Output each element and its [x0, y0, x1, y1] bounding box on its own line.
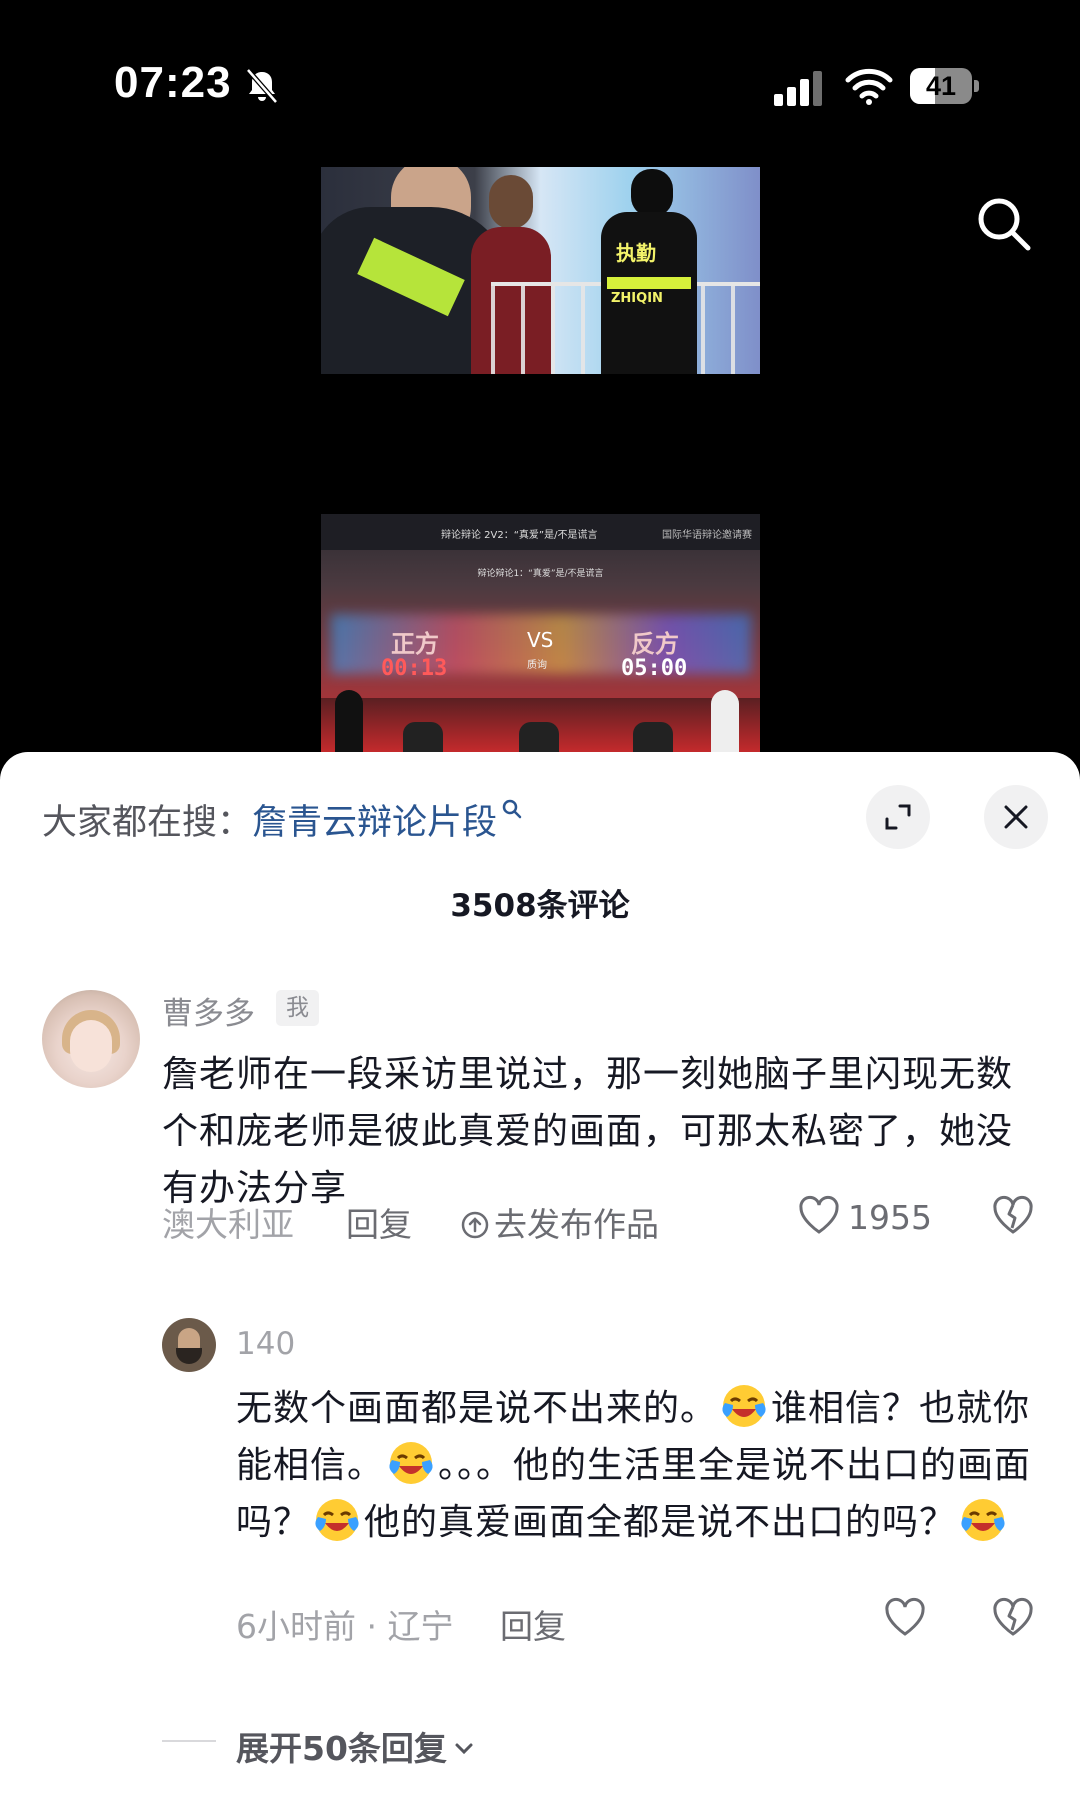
close-icon: [1004, 805, 1028, 829]
chevron-down-icon: [455, 1743, 473, 1754]
search-icon[interactable]: [972, 192, 1036, 256]
signal-icon: [774, 71, 822, 106]
stream-title: 辩论辩论 2V2：“真爱”是/不是谎言: [441, 530, 598, 541]
video-frame-top[interactable]: 执勤 ZHIQIN: [321, 167, 760, 374]
negative-timer: 05:00: [621, 656, 688, 681]
reply-avatar[interactable]: [162, 1318, 216, 1372]
affirmative-label: 正方: [391, 630, 439, 658]
status-time: 07:23: [114, 58, 232, 107]
reply-text[interactable]: 无数个画面都是说不出来的。 谁相信？也就你能相信。 。。。他的生活里全是说不出口的画…: [236, 1380, 1036, 1551]
heart-icon[interactable]: [796, 1192, 842, 1238]
upload-icon: [461, 1211, 489, 1238]
laughing-crying-emoji-icon: [315, 1499, 359, 1541]
trending-search[interactable]: 大家都在搜：詹青云辩论片段: [42, 794, 523, 845]
vs-sublabel: 质询: [527, 660, 547, 671]
comment-sheet: 大家都在搜：詹青云辩论片段 3508条评论 曹多多 我 詹老师在一段采访里说过，…: [0, 752, 1080, 1804]
publish-work-button[interactable]: 去发布作品: [460, 1198, 659, 1246]
divider: [162, 1740, 216, 1742]
laughing-crying-emoji-icon: [961, 1499, 1005, 1541]
close-button[interactable]: [984, 785, 1048, 849]
expand-icon: [885, 804, 911, 830]
reply-reply-button[interactable]: 回复: [500, 1600, 566, 1648]
comment-text[interactable]: 詹老师在一段采访里说过，那一刻她脑子里闪现无数个和庞老师是彼此真爱的画面，可那太…: [162, 1046, 1042, 1217]
expand-replies-label: 展开50条回复: [236, 1729, 447, 1768]
expand-button[interactable]: [866, 785, 930, 849]
avatar[interactable]: [42, 990, 140, 1088]
reply-button[interactable]: 回复: [346, 1198, 412, 1246]
comment-author[interactable]: 曹多多: [162, 988, 255, 1033]
trending-keyword[interactable]: 詹青云辩论片段: [252, 803, 497, 843]
stream-top-bar: 辩论辩论 2V2：“真爱”是/不是谎言 国际华语辩论邀请赛: [321, 514, 760, 550]
video-frame-bottom[interactable]: 辩论辩论 2V2：“真爱”是/不是谎言 国际华语辩论邀请赛 辩论辩论1：“真爱”…: [321, 514, 760, 752]
search-small-icon: [502, 799, 522, 819]
like-count: 1955: [848, 1198, 932, 1237]
status-bar: 07:23 41: [0, 0, 1080, 150]
reply-time-location: 6小时前 · 辽宁: [236, 1607, 454, 1646]
comment-count: 3508条评论: [450, 888, 630, 924]
reply-segment: 他的真爱画面全都是说不出口的吗？: [364, 1502, 957, 1543]
affirmative-timer: 00:13: [381, 656, 448, 681]
laughing-crying-emoji-icon: [389, 1442, 433, 1484]
trending-prefix: 大家都在搜：: [42, 803, 253, 843]
bell-muted-icon: [246, 68, 278, 104]
heart-icon[interactable]: [882, 1594, 928, 1640]
broken-heart-icon[interactable]: [990, 1192, 1036, 1238]
battery-percent: 41: [925, 71, 957, 101]
negative-label: 反方: [631, 630, 679, 658]
battery-icon: 41: [910, 68, 982, 106]
reply-segment: 无数个画面都是说不出来的。: [236, 1388, 718, 1429]
reply-author[interactable]: 140: [236, 1326, 295, 1362]
stream-event: 国际华语辩论邀请赛: [662, 530, 752, 541]
laughing-crying-emoji-icon: [722, 1385, 766, 1427]
expand-replies-button[interactable]: 展开50条回复: [236, 1722, 477, 1770]
broken-heart-icon[interactable]: [990, 1594, 1036, 1640]
vest-label: 执勤: [616, 241, 656, 265]
me-badge: 我: [276, 990, 319, 1026]
stream-subtitle: 辩论辩论1：“真爱”是/不是谎言: [477, 569, 604, 579]
publish-label: 去发布作品: [494, 1205, 659, 1244]
wifi-icon: [845, 68, 893, 105]
vs-label: VS: [527, 628, 554, 652]
vest-sublabel: ZHIQIN: [611, 291, 663, 306]
comment-location: 澳大利亚: [162, 1205, 294, 1244]
